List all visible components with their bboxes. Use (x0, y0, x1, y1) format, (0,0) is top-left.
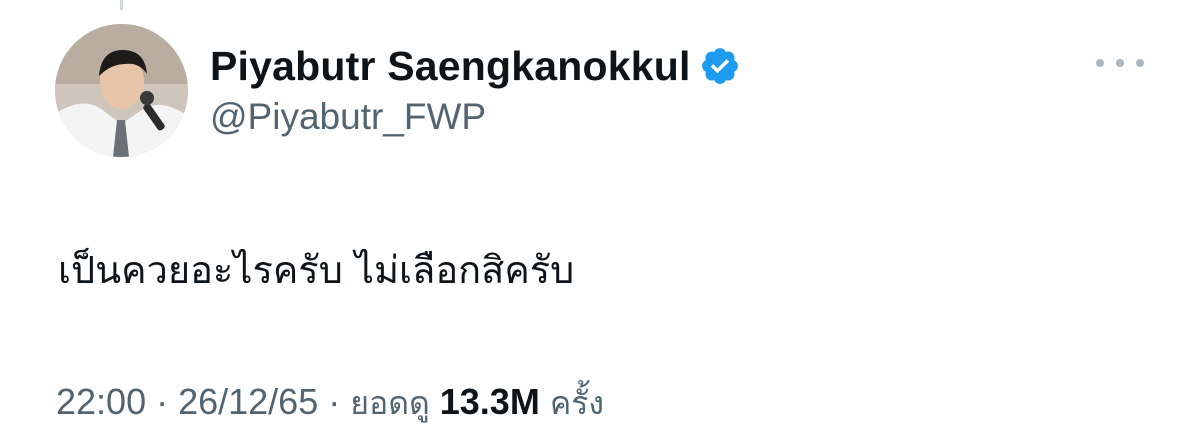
more-dot (1116, 59, 1124, 67)
more-options-icon[interactable] (1096, 54, 1144, 72)
more-dot (1096, 59, 1104, 67)
views-suffix: ครั้ง (549, 384, 605, 422)
verified-badge-icon (699, 45, 741, 87)
meta-separator: · (328, 381, 341, 422)
tweet-date[interactable]: 26/12/65 (178, 381, 318, 423)
avatar[interactable] (55, 24, 188, 157)
views-count: 13.3M (439, 381, 540, 422)
more-dot (1136, 59, 1144, 67)
avatar-photo (55, 24, 188, 157)
thread-connector-line (120, 0, 123, 10)
author-name-row: Piyabutr Saengkanokkul (210, 40, 741, 92)
views-prefix: ยอดดู (350, 384, 430, 422)
tweet-meta: 22:00 · 26/12/65 · ยอดดู 13.3M ครั้ง (56, 378, 604, 429)
author-handle[interactable]: @Piyabutr_FWP (210, 96, 486, 138)
meta-separator: · (156, 381, 169, 422)
tweet-time[interactable]: 22:00 (56, 381, 146, 423)
author-display-name[interactable]: Piyabutr Saengkanokkul (210, 43, 691, 90)
tweet-text: เป็นควยอะไรครับ ไม่เลือกสิครับ (58, 248, 575, 292)
